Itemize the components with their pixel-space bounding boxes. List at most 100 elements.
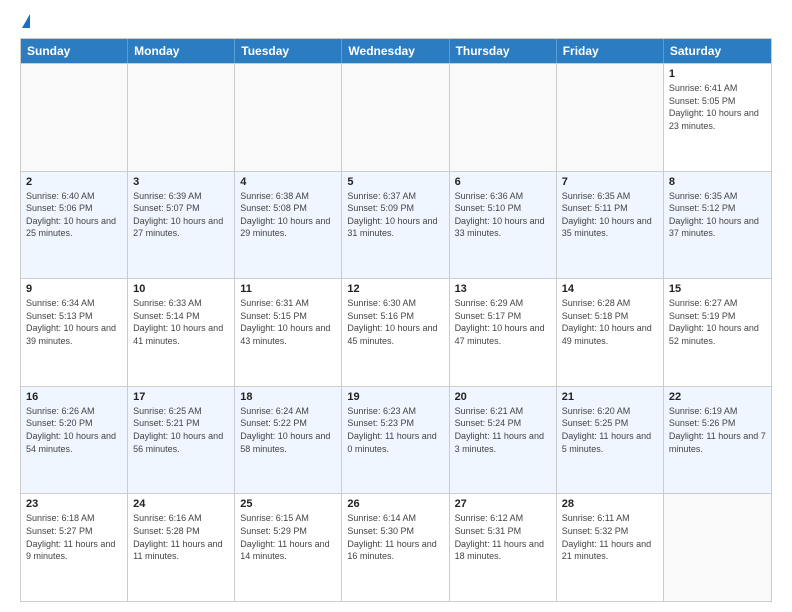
calendar-day-11: 11 Sunrise: 6:31 AMSunset: 5:15 PMDayligh… [235, 279, 342, 386]
day-info: Sunrise: 6:25 AMSunset: 5:21 PMDaylight:… [133, 405, 229, 455]
calendar-day-8: 8Sunrise: 6:35 AMSunset: 5:12 PMDaylight… [664, 172, 771, 279]
header-day-monday: Monday [128, 39, 235, 63]
day-info: Sunrise: 6:30 AMSunset: 5:16 PMDaylight:… [347, 297, 443, 347]
calendar-day-6: 6Sunrise: 6:36 AMSunset: 5:10 PMDaylight… [450, 172, 557, 279]
header-day-wednesday: Wednesday [342, 39, 449, 63]
calendar-day-5: 5Sunrise: 6:37 AMSunset: 5:09 PMDaylight… [342, 172, 449, 279]
logo [20, 18, 30, 28]
calendar-day-12: 12 Sunrise: 6:30 AMSunset: 5:16 PMDayligh… [342, 279, 449, 386]
calendar-empty-cell [21, 64, 128, 171]
day-info: Sunrise: 6:14 AMSunset: 5:30 PMDaylight:… [347, 512, 443, 562]
day-info: Sunrise: 6:34 AMSunset: 5:13 PMDaylight:… [26, 297, 122, 347]
calendar-day-3: 3 Sunrise: 6:39 AMSunset: 5:07 PMDaylight… [128, 172, 235, 279]
calendar-day-27: 27 Sunrise: 6:12 AMSunset: 5:31 PMDayligh… [450, 494, 557, 601]
day-info: Sunrise: 6:33 AMSunset: 5:14 PMDaylight:… [133, 297, 229, 347]
calendar-day-13: 13 Sunrise: 6:29 AMSunset: 5:17 PMDayligh… [450, 279, 557, 386]
calendar-day-21: 21 Sunrise: 6:20 AMSunset: 5:25 PMDayligh… [557, 387, 664, 494]
day-number: 25 [240, 498, 336, 510]
calendar-day-20: 20 Sunrise: 6:21 AMSunset: 5:24 PMDayligh… [450, 387, 557, 494]
day-number: 3 [133, 176, 229, 188]
day-number: 28 [562, 498, 658, 510]
header-day-friday: Friday [557, 39, 664, 63]
calendar-row-3: 16 Sunrise: 6:26 AMSunset: 5:20 PMDayligh… [21, 386, 771, 494]
calendar-empty-cell [342, 64, 449, 171]
header-day-saturday: Saturday [664, 39, 771, 63]
day-number: 16 [26, 391, 122, 403]
calendar-row-0: 1Sunrise: 6:41 AMSunset: 5:05 PMDaylight… [21, 63, 771, 171]
calendar: SundayMondayTuesdayWednesdayThursdayFrid… [20, 38, 772, 602]
day-info: Sunrise: 6:24 AMSunset: 5:22 PMDaylight:… [240, 405, 336, 455]
calendar-day-17: 17 Sunrise: 6:25 AMSunset: 5:21 PMDayligh… [128, 387, 235, 494]
calendar-day-25: 25 Sunrise: 6:15 AMSunset: 5:29 PMDayligh… [235, 494, 342, 601]
day-info: Sunrise: 6:41 AMSunset: 5:05 PMDaylight:… [669, 82, 766, 132]
day-number: 19 [347, 391, 443, 403]
calendar-day-23: 23 Sunrise: 6:18 AMSunset: 5:27 PMDayligh… [21, 494, 128, 601]
calendar-empty-cell [450, 64, 557, 171]
day-info: Sunrise: 6:23 AMSunset: 5:23 PMDaylight:… [347, 405, 443, 455]
day-info: Sunrise: 6:16 AMSunset: 5:28 PMDaylight:… [133, 512, 229, 562]
header [20, 18, 772, 28]
page: SundayMondayTuesdayWednesdayThursdayFrid… [0, 0, 792, 612]
header-day-sunday: Sunday [21, 39, 128, 63]
day-number: 26 [347, 498, 443, 510]
day-number: 7 [562, 176, 658, 188]
calendar-day-15: 15 Sunrise: 6:27 AMSunset: 5:19 PMDayligh… [664, 279, 771, 386]
day-info: Sunrise: 6:11 AMSunset: 5:32 PMDaylight:… [562, 512, 658, 562]
calendar-day-26: 26 Sunrise: 6:14 AMSunset: 5:30 PMDayligh… [342, 494, 449, 601]
day-info: Sunrise: 6:35 AMSunset: 5:11 PMDaylight:… [562, 190, 658, 240]
day-number: 9 [26, 283, 122, 295]
day-info: Sunrise: 6:21 AMSunset: 5:24 PMDaylight:… [455, 405, 551, 455]
day-number: 24 [133, 498, 229, 510]
calendar-row-1: 2 Sunrise: 6:40 AMSunset: 5:06 PMDaylight… [21, 171, 771, 279]
day-number: 21 [562, 391, 658, 403]
calendar-header: SundayMondayTuesdayWednesdayThursdayFrid… [21, 39, 771, 63]
calendar-day-28: 28 Sunrise: 6:11 AMSunset: 5:32 PMDayligh… [557, 494, 664, 601]
day-info: Sunrise: 6:26 AMSunset: 5:20 PMDaylight:… [26, 405, 122, 455]
day-info: Sunrise: 6:31 AMSunset: 5:15 PMDaylight:… [240, 297, 336, 347]
calendar-day-24: 24 Sunrise: 6:16 AMSunset: 5:28 PMDayligh… [128, 494, 235, 601]
day-number: 27 [455, 498, 551, 510]
calendar-row-2: 9 Sunrise: 6:34 AMSunset: 5:13 PMDaylight… [21, 278, 771, 386]
day-info: Sunrise: 6:40 AMSunset: 5:06 PMDaylight:… [26, 190, 122, 240]
day-info: Sunrise: 6:18 AMSunset: 5:27 PMDaylight:… [26, 512, 122, 562]
day-number: 5 [347, 176, 443, 188]
day-number: 4 [240, 176, 336, 188]
calendar-day-19: 19 Sunrise: 6:23 AMSunset: 5:23 PMDayligh… [342, 387, 449, 494]
day-info: Sunrise: 6:29 AMSunset: 5:17 PMDaylight:… [455, 297, 551, 347]
day-number: 10 [133, 283, 229, 295]
day-info: Sunrise: 6:12 AMSunset: 5:31 PMDaylight:… [455, 512, 551, 562]
header-day-thursday: Thursday [450, 39, 557, 63]
day-number: 13 [455, 283, 551, 295]
day-number: 23 [26, 498, 122, 510]
calendar-row-4: 23 Sunrise: 6:18 AMSunset: 5:27 PMDayligh… [21, 493, 771, 601]
calendar-empty-cell [128, 64, 235, 171]
calendar-day-14: 14 Sunrise: 6:28 AMSunset: 5:18 PMDayligh… [557, 279, 664, 386]
day-number: 17 [133, 391, 229, 403]
day-info: Sunrise: 6:20 AMSunset: 5:25 PMDaylight:… [562, 405, 658, 455]
calendar-body: 1Sunrise: 6:41 AMSunset: 5:05 PMDaylight… [21, 63, 771, 601]
calendar-day-16: 16 Sunrise: 6:26 AMSunset: 5:20 PMDayligh… [21, 387, 128, 494]
logo-triangle-icon [22, 14, 30, 28]
day-number: 8 [669, 176, 766, 188]
day-number: 2 [26, 176, 122, 188]
day-info: Sunrise: 6:36 AMSunset: 5:10 PMDaylight:… [455, 190, 551, 240]
calendar-day-2: 2 Sunrise: 6:40 AMSunset: 5:06 PMDaylight… [21, 172, 128, 279]
day-info: Sunrise: 6:38 AMSunset: 5:08 PMDaylight:… [240, 190, 336, 240]
day-info: Sunrise: 6:28 AMSunset: 5:18 PMDaylight:… [562, 297, 658, 347]
day-number: 20 [455, 391, 551, 403]
day-number: 18 [240, 391, 336, 403]
calendar-empty-cell [664, 494, 771, 601]
day-info: Sunrise: 6:15 AMSunset: 5:29 PMDaylight:… [240, 512, 336, 562]
day-number: 15 [669, 283, 766, 295]
calendar-empty-cell [235, 64, 342, 171]
calendar-day-10: 10 Sunrise: 6:33 AMSunset: 5:14 PMDayligh… [128, 279, 235, 386]
calendar-empty-cell [557, 64, 664, 171]
day-info: Sunrise: 6:39 AMSunset: 5:07 PMDaylight:… [133, 190, 229, 240]
day-info: Sunrise: 6:27 AMSunset: 5:19 PMDaylight:… [669, 297, 766, 347]
day-number: 12 [347, 283, 443, 295]
calendar-day-7: 7 Sunrise: 6:35 AMSunset: 5:11 PMDaylight… [557, 172, 664, 279]
day-number: 22 [669, 391, 766, 403]
day-number: 11 [240, 283, 336, 295]
day-number: 14 [562, 283, 658, 295]
day-info: Sunrise: 6:19 AMSunset: 5:26 PMDaylight:… [669, 405, 766, 455]
